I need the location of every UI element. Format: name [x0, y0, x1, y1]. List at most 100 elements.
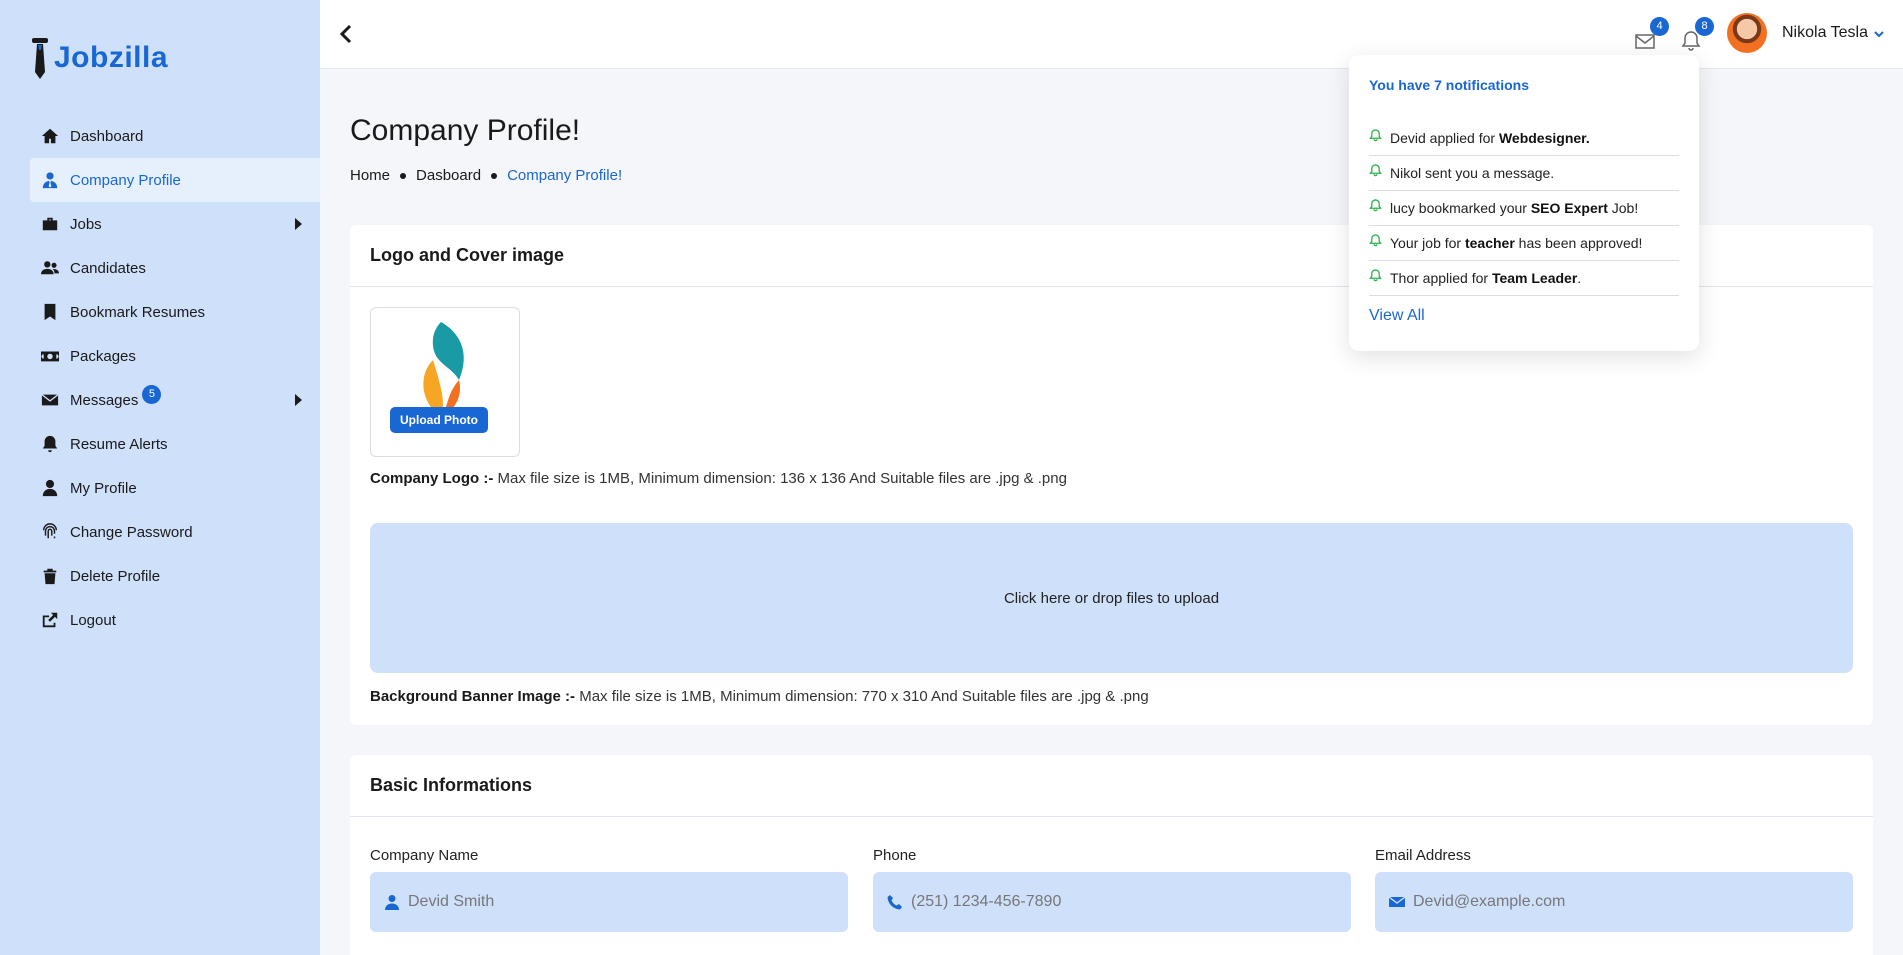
notification-text-part: Your job for	[1390, 235, 1465, 251]
sidebar-item-label: Packages	[70, 347, 136, 365]
sidebar-item-company-profile[interactable]: Company Profile	[30, 158, 320, 202]
hint-label: Company Logo :-	[370, 470, 494, 487]
company-logo-hint: Company Logo :- Max file size is 1MB, Mi…	[370, 470, 1067, 487]
upload-photo-button[interactable]: Upload Photo	[390, 407, 488, 433]
sidebar-item-bookmark-resumes[interactable]: Bookmark Resumes	[30, 290, 320, 334]
tie-logo-icon	[32, 38, 48, 79]
company-name-field[interactable]	[370, 872, 848, 932]
bell-icon	[1369, 233, 1382, 246]
basic-info-card: Basic Informations Company Name Phone Em…	[350, 755, 1873, 955]
sidebar-item-resume-alerts[interactable]: Resume Alerts	[30, 422, 320, 466]
company-name-input[interactable]	[408, 893, 828, 911]
notification-text-bold: SEO Expert	[1530, 200, 1608, 216]
notification-item[interactable]: Thor applied for Team Leader.	[1369, 261, 1679, 296]
notification-text-part: .	[1577, 270, 1582, 286]
notification-item[interactable]: lucy bookmarked your SEO Expert Job!	[1369, 191, 1679, 226]
breadcrumb-separator	[400, 172, 407, 179]
notification-item[interactable]: Your job for teacher has been approved!	[1369, 226, 1679, 261]
sidebar-item-my-profile[interactable]: My Profile	[30, 466, 320, 510]
notification-text-part: lucy bookmarked your	[1390, 200, 1531, 216]
notifications-title: You have 7 notifications	[1369, 77, 1529, 93]
view-all-link[interactable]: View All	[1369, 307, 1425, 325]
sidebar-item-label: Resume Alerts	[70, 435, 168, 453]
phone-label: Phone	[873, 847, 917, 864]
sidebar-item-jobs[interactable]: Jobs	[30, 202, 320, 246]
bell-icon	[1369, 268, 1382, 281]
notification-text-part: has been approved!	[1514, 235, 1643, 251]
chevron-left-icon[interactable]	[336, 22, 358, 46]
company-logo-preview[interactable]: Upload Photo	[370, 307, 520, 457]
notification-text-bold: Team Leader	[1491, 270, 1578, 286]
notification-text-part: Devid applied for	[1390, 130, 1499, 146]
breadcrumb: Home Dasboard Company Profile!	[350, 167, 622, 184]
page-title: Company Profile!	[350, 114, 581, 147]
phone-field[interactable]	[873, 872, 1351, 932]
user-tie-icon	[40, 170, 60, 190]
sidebar-item-label: Bookmark Resumes	[70, 303, 206, 321]
sidebar-item-logout[interactable]: Logout	[30, 598, 320, 642]
briefcase-icon	[40, 214, 60, 234]
bell-icon	[1369, 128, 1382, 141]
notification-item[interactable]: Nikol sent you a message.	[1369, 156, 1679, 191]
chevron-right-icon	[295, 218, 302, 230]
breadcrumb-home[interactable]: Home	[350, 167, 390, 184]
home-icon	[40, 126, 60, 146]
notification-item[interactable]: Devid applied for Webdesigner.	[1369, 121, 1679, 156]
breadcrumb-separator	[491, 172, 498, 179]
hint-label: Background Banner Image :-	[370, 688, 576, 705]
email-field[interactable]	[1375, 872, 1853, 932]
notification-text-part: Job!	[1607, 200, 1639, 216]
chevron-right-icon	[295, 394, 302, 406]
sidebar-item-label: Candidates	[70, 259, 146, 277]
breadcrumb-dashboard[interactable]: Dasboard	[416, 167, 481, 184]
money-icon	[40, 346, 60, 366]
bell-icon	[1369, 198, 1382, 211]
user-name[interactable]: Nikola Tesla	[1782, 24, 1868, 42]
brand-logo[interactable]: Jobzilla	[30, 36, 168, 80]
notification-text-bold: teacher	[1464, 235, 1515, 251]
users-icon	[40, 258, 60, 278]
notification-text-bold: Webdesigner.	[1498, 130, 1590, 146]
chevron-down-icon[interactable]	[1873, 28, 1885, 40]
sidebar-item-label: Dashboard	[70, 127, 144, 145]
bell-icon	[40, 434, 60, 454]
sidebar-item-label: Company Profile	[70, 171, 181, 189]
banner-dropzone[interactable]: Click here or drop files to upload	[370, 523, 1853, 673]
breadcrumb-current: Company Profile!	[507, 167, 623, 184]
sidebar-item-label: My Profile	[70, 479, 137, 497]
hint-text: Max file size is 1MB, Minimum dimension:…	[493, 470, 1067, 487]
sidebar-item-candidates[interactable]: Candidates	[30, 246, 320, 290]
sidebar-item-label: Messages	[70, 391, 139, 409]
notification-text: Thor applied for Team Leader.	[1390, 270, 1581, 286]
brand-name: Jobzilla	[54, 41, 169, 74]
sidebar-item-packages[interactable]: Packages	[30, 334, 320, 378]
sidebar-item-label: Change Password	[70, 523, 193, 541]
notification-text: Devid applied for Webdesigner.	[1390, 130, 1590, 146]
logout-icon	[40, 610, 60, 630]
email-input[interactable]	[1413, 893, 1833, 911]
notification-text: lucy bookmarked your SEO Expert Job!	[1390, 200, 1638, 216]
sidebar-item-dashboard[interactable]: Dashboard	[30, 114, 320, 158]
sidebar-item-change-password[interactable]: Change Password	[30, 510, 320, 554]
sidebar-item-label: Delete Profile	[70, 567, 161, 585]
notification-text-part: Thor applied for	[1390, 270, 1492, 286]
avatar[interactable]	[1727, 13, 1767, 53]
sidebar-nav: Dashboard Company Profile Jobs Candidate…	[30, 114, 320, 642]
phone-input[interactable]	[911, 893, 1331, 911]
sidebar-item-delete-profile[interactable]: Delete Profile	[30, 554, 320, 598]
email-label: Email Address	[1375, 847, 1471, 864]
sidebar-item-label: Jobs	[70, 215, 102, 233]
envelope-icon	[1389, 896, 1405, 907]
trash-icon	[40, 566, 60, 586]
dropzone-text: Click here or drop files to upload	[1003, 589, 1220, 607]
messages-count-badge: 5	[142, 384, 162, 404]
company-name-label: Company Name	[370, 847, 479, 864]
sidebar: Jobzilla Dashboard Company Profile Jobs …	[0, 0, 320, 955]
notifications-dropdown: You have 7 notifications Devid applied f…	[1349, 55, 1699, 351]
notifications-list: Devid applied for Webdesigner. Nikol sen…	[1369, 121, 1679, 296]
phone-icon	[887, 895, 902, 910]
bell-icon	[1369, 163, 1382, 176]
notification-text: Your job for teacher has been approved!	[1390, 235, 1642, 251]
messages-badge: 4	[1650, 17, 1669, 36]
sidebar-item-messages[interactable]: Messages 5	[30, 378, 320, 422]
